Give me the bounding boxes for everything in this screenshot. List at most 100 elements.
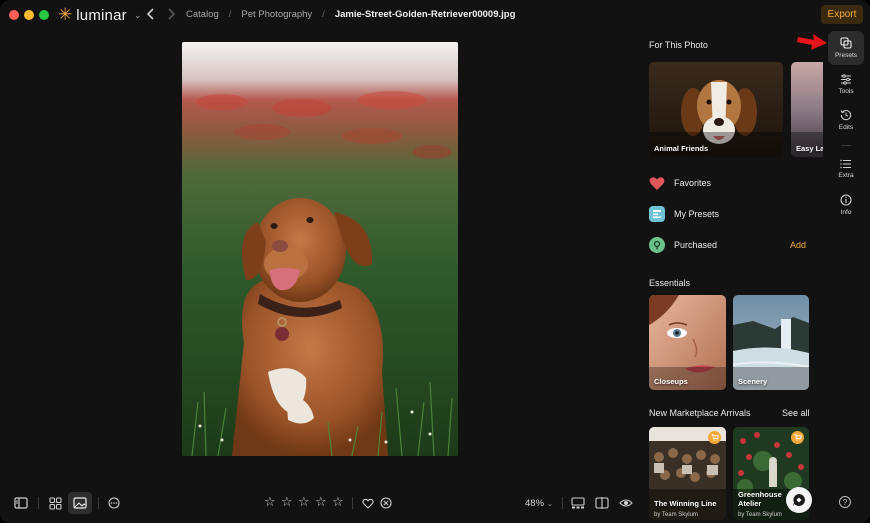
for-this-photo-title: For This Photo	[649, 40, 708, 50]
history-icon	[840, 110, 852, 121]
rating-star-2-icon[interactable]: ☆	[281, 494, 293, 510]
filmstrip-button[interactable]	[566, 492, 590, 514]
toolbar-divider	[352, 497, 353, 509]
module-rail: Presets Tools Edits Extra Info	[825, 30, 867, 520]
image-canvas[interactable]	[0, 30, 640, 485]
grid-view-button[interactable]	[43, 492, 67, 514]
annotation-arrow-icon	[797, 34, 827, 50]
reject-icon	[380, 497, 392, 509]
rail-item-edits[interactable]: Edits	[828, 103, 864, 137]
compare-icon	[595, 497, 609, 509]
preset-card-closeups[interactable]: Closeups	[649, 295, 726, 390]
essentials-title: Essentials	[649, 278, 691, 288]
toolbar-divider	[562, 497, 563, 509]
rail-label: Presets	[834, 52, 858, 59]
toolbar-divider	[38, 497, 39, 509]
golden-retriever-photo	[182, 42, 458, 456]
rail-item-tools[interactable]: Tools	[828, 67, 864, 101]
luminar-window: ✳ luminar ⌄ Catalog / Pet Photography / …	[0, 0, 870, 523]
forward-button[interactable]	[166, 7, 176, 25]
marketplace-card-label: Greenhouse Atelier	[738, 490, 782, 508]
marketplace-title: New Marketplace Arrivals	[649, 408, 751, 418]
bottom-toolbar: ☆ ☆ ☆ ☆ ☆ 48% ⌄	[0, 489, 640, 517]
purchased-icon	[649, 237, 665, 253]
main-photo	[182, 42, 458, 456]
chevron-left-icon	[146, 8, 154, 20]
eye-icon	[619, 499, 633, 507]
rail-item-extra[interactable]: Extra	[828, 152, 864, 186]
rail-item-presets[interactable]: Presets	[828, 31, 864, 65]
rail-item-info[interactable]: Info	[828, 188, 864, 222]
rail-label: Info	[840, 209, 852, 216]
waterfall-thumbnail	[733, 295, 809, 390]
compare-button[interactable]	[590, 492, 614, 514]
rating-star-3-icon[interactable]: ☆	[298, 494, 310, 510]
rail-label: Extra	[838, 172, 854, 179]
app-name: luminar	[76, 6, 127, 24]
filmstrip-icon	[571, 497, 585, 509]
luminar-logo-icon: ✳	[58, 5, 73, 24]
favorites-row[interactable]: Favorites	[649, 174, 711, 192]
image-icon	[73, 497, 87, 509]
rail-label: Edits	[838, 124, 854, 131]
preset-card-label: Closeups	[654, 377, 688, 386]
marketplace-card-author: by Team Skylum	[738, 512, 782, 518]
presets-icon	[649, 206, 665, 222]
favorites-label: Favorites	[674, 178, 712, 188]
more-icon	[108, 497, 120, 509]
zoom-window-button[interactable]	[39, 10, 49, 20]
purchased-row[interactable]: Purchased	[649, 236, 717, 254]
rating-star-1-icon[interactable]: ☆	[264, 494, 276, 510]
preset-card-label: Scenery	[738, 377, 768, 386]
preset-card-label: Easy La	[796, 144, 823, 153]
grid-icon	[48, 496, 62, 510]
presets-stack-icon	[840, 37, 852, 49]
rating-star-5-icon[interactable]: ☆	[332, 494, 344, 510]
breadcrumb-catalog[interactable]: Catalog	[186, 9, 219, 20]
breadcrumb-separator: /	[228, 9, 232, 20]
breadcrumb: Catalog / Pet Photography / Jamie-Street…	[186, 9, 515, 20]
my-presets-label: My Presets	[674, 209, 720, 219]
back-button[interactable]	[146, 7, 156, 25]
preset-card-animal-friends[interactable]: Animal Friends	[649, 62, 783, 157]
cart-icon	[708, 431, 721, 444]
chevron-right-icon	[168, 8, 176, 20]
preview-button[interactable]	[614, 492, 638, 514]
preset-card-easy-landscapes[interactable]: Easy La	[791, 62, 823, 157]
my-presets-row[interactable]: My Presets	[649, 205, 719, 223]
presets-panel: For This Photo Animal Friends Easy La Fa…	[640, 30, 823, 520]
rating-star-4-icon[interactable]: ☆	[315, 494, 327, 510]
landscape-thumbnail	[791, 62, 823, 157]
beagle-thumbnail	[649, 62, 783, 157]
minimize-window-button[interactable]	[24, 10, 34, 20]
title-bar: ✳ luminar ⌄ Catalog / Pet Photography / …	[0, 0, 870, 30]
cart-icon	[791, 431, 804, 444]
see-all-link[interactable]: See all	[782, 408, 810, 418]
heart-icon	[649, 175, 665, 191]
reject-button[interactable]	[374, 492, 398, 514]
rail-divider	[841, 145, 851, 146]
breadcrumb-pet-photography[interactable]: Pet Photography	[241, 9, 312, 20]
sidebar-icon	[14, 497, 28, 509]
app-menu[interactable]: ✳ luminar ⌄	[58, 6, 141, 24]
portrait-thumbnail	[649, 295, 726, 390]
heart-outline-icon	[362, 498, 374, 509]
preset-card-scenery[interactable]: Scenery	[733, 295, 809, 390]
export-button[interactable]: Export	[821, 5, 863, 24]
marketplace-card-label: The Winning Line	[654, 499, 717, 508]
add-purchased-button[interactable]: Add	[790, 240, 806, 250]
chat-assistant-button[interactable]	[786, 487, 812, 513]
more-options-button[interactable]	[102, 492, 126, 514]
marketplace-card-winning-line[interactable]: The Winning Line by Team Skylum	[649, 427, 726, 520]
breadcrumb-separator: /	[322, 9, 325, 20]
toolbar-divider	[98, 497, 99, 509]
toggle-sidebar-button[interactable]	[9, 492, 33, 514]
marketplace-card-author: by Team Skylum	[654, 512, 698, 518]
help-button[interactable]: ?	[839, 496, 851, 508]
chat-icon	[793, 494, 805, 506]
close-window-button[interactable]	[9, 10, 19, 20]
chevron-down-icon: ⌄	[133, 9, 142, 20]
single-image-view-button[interactable]	[68, 492, 92, 514]
zoom-level[interactable]: 48% ⌄	[525, 498, 553, 509]
info-icon	[840, 194, 852, 206]
